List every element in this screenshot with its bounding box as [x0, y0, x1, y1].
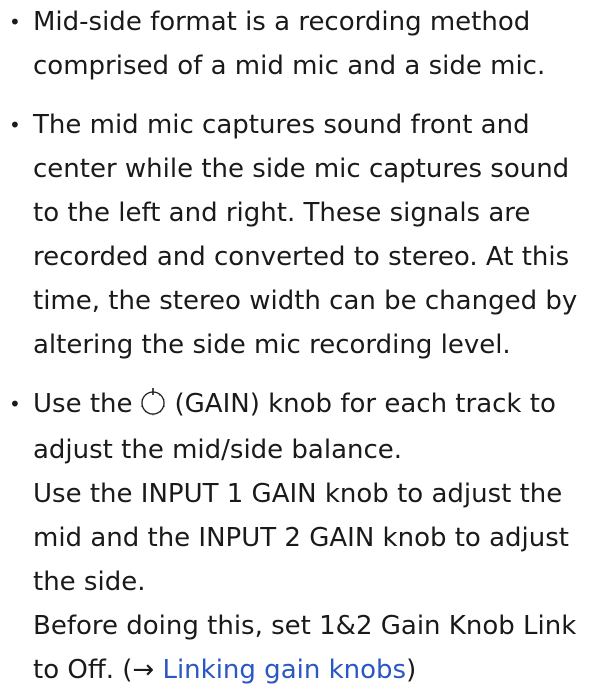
text-before-icon: Use the: [33, 389, 133, 419]
text-line: recorded and converted to stereo. At thi…: [33, 242, 570, 272]
text-line: Before doing this, set 1&2 Gain Knob Lin…: [33, 611, 577, 641]
bullet-marker: •: [9, 10, 21, 34]
text-line: adjust the mid/side balance.: [33, 435, 403, 465]
text-after-icon: (GAIN) knob for each track to: [174, 389, 556, 419]
text-line: comprised of a mid mic and a side mic.: [33, 51, 546, 81]
text-line: altering the side mic recording level.: [33, 330, 511, 360]
text-line-with-icon: Use the (GAIN) knob for each track to: [33, 382, 556, 426]
text-line: Use the INPUT 1 GAIN knob to adjust the: [33, 479, 563, 509]
text-line: to the left and right. These signals are: [33, 198, 531, 228]
text-line-with-link: to Off. (→ Linking gain knobs): [33, 648, 416, 692]
text-line: center while the side mic captures sound: [33, 154, 570, 184]
text-line: mid and the INPUT 2 GAIN knob to adjust: [33, 523, 569, 553]
linking-gain-knobs-link[interactable]: Linking gain knobs: [162, 655, 406, 685]
gain-knob-icon: [137, 386, 169, 418]
manual-page: • Mid-side format is a recording method …: [0, 0, 604, 698]
bullet-marker: •: [9, 113, 21, 137]
text-after-link: ): [406, 655, 417, 685]
text-line: time, the stereo width can be changed by: [33, 286, 578, 316]
text-before-link: to Off. (→: [33, 655, 163, 685]
text-line: The mid mic captures sound front and: [33, 110, 530, 140]
text-line: Mid-side format is a recording method: [33, 7, 531, 37]
text-line: the side.: [33, 567, 146, 597]
bullet-marker: •: [9, 392, 21, 416]
